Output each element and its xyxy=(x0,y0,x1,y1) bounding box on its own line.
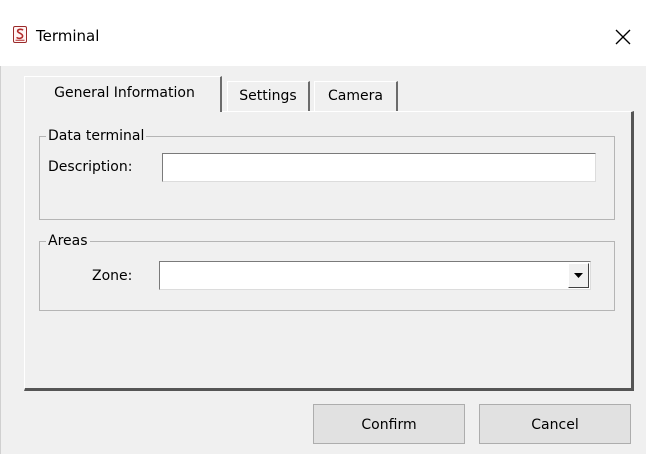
window-left-border xyxy=(0,66,1,454)
general-information-panel: Data terminal Description: Areas Zone: xyxy=(24,111,634,391)
confirm-button[interactable]: Confirm xyxy=(313,404,465,444)
areas-group: Areas Zone: xyxy=(39,231,615,311)
cancel-button[interactable]: Cancel xyxy=(479,404,631,444)
tab-camera[interactable]: Camera xyxy=(314,81,398,111)
description-label: Description: xyxy=(48,159,133,175)
zone-select[interactable] xyxy=(159,261,591,290)
app-logo-icon xyxy=(13,26,27,43)
close-button[interactable] xyxy=(600,14,646,58)
tab-settings[interactable]: Settings xyxy=(227,81,310,111)
tab-general-information[interactable]: General Information xyxy=(24,76,222,112)
data-terminal-legend: Data terminal xyxy=(46,126,147,146)
description-input[interactable] xyxy=(162,153,596,182)
zone-dropdown-button[interactable] xyxy=(568,263,589,288)
window-title: Terminal xyxy=(36,27,100,45)
data-terminal-group: Data terminal Description: xyxy=(39,126,615,220)
terminal-dialog: Terminal General Information Settings Ca… xyxy=(0,0,646,454)
top-strip xyxy=(0,0,646,14)
close-icon xyxy=(615,29,631,45)
chevron-down-icon xyxy=(574,273,583,278)
title-bar: Terminal xyxy=(0,14,646,66)
zone-label: Zone: xyxy=(92,268,133,284)
areas-legend: Areas xyxy=(46,231,90,251)
